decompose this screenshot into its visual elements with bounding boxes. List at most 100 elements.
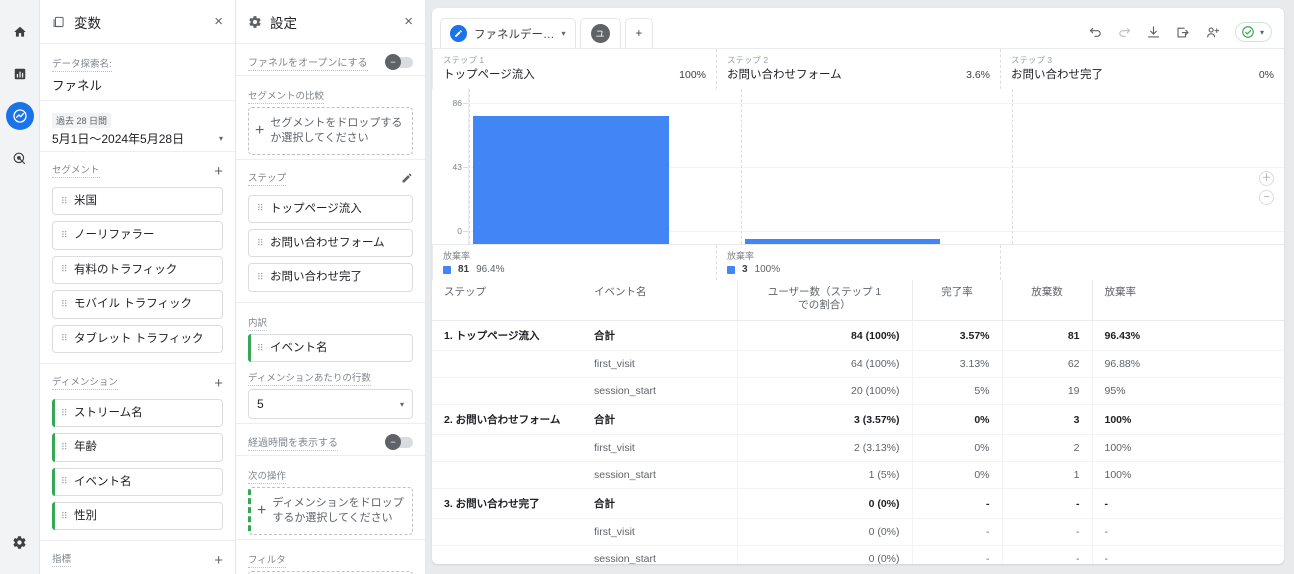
drag-handle-icon[interactable]: ⠿ [257, 273, 264, 282]
variables-close-icon[interactable]: × [214, 14, 223, 29]
table-row[interactable]: 3. お問い合わせ完了 合計 0 (0%) - - - [432, 488, 1284, 520]
cell-event: session_start [582, 377, 738, 406]
redo-icon[interactable] [1117, 25, 1132, 40]
tab-funnel-data[interactable]: ファネルデー… ▾ [440, 18, 576, 48]
drag-handle-icon[interactable]: ⠿ [257, 343, 264, 352]
col-completion[interactable]: 完了率 [912, 280, 1003, 322]
dimension-chip-0[interactable]: ⠿ ストリーム名 [52, 398, 223, 428]
table-row[interactable]: first_visit 0 (0%) - - - [432, 518, 1284, 547]
explore-name-value[interactable]: ファネル [52, 75, 223, 94]
export-icon[interactable] [1175, 25, 1191, 40]
settings-gear-icon [248, 15, 262, 29]
date-range-section[interactable]: 過去 28 日間 5月1日〜2024年5月28日 ▾ [40, 101, 235, 152]
segments-label: セグメント [52, 162, 100, 178]
col-abandon-count[interactable]: 放棄数 [1002, 280, 1093, 322]
chevron-down-icon: ▾ [399, 399, 404, 409]
funnel-plot-area: 86 43 0 ＋ − [432, 89, 1284, 244]
open-funnel-section: ファネルをオープンにする [236, 44, 425, 76]
undo-icon[interactable] [1088, 25, 1103, 40]
next-action-section: 次の操作 + ディメンションをドロップするか選択してください [236, 456, 425, 540]
next-action-drop-zone[interactable]: + ディメンションをドロップするか選択してください [248, 487, 413, 535]
admin-gear-icon[interactable] [6, 528, 34, 556]
col-users[interactable]: ユーザー数（ステップ 1 での割合） [737, 280, 913, 322]
home-icon[interactable] [6, 18, 34, 46]
explore-name-label: データ探索名: [52, 56, 112, 72]
drag-handle-icon[interactable]: ⠿ [61, 231, 68, 240]
segment-chip-2[interactable]: ⠿ 有料のトラフィック [52, 255, 223, 285]
dimension-label: イベント名 [74, 475, 132, 488]
table-row[interactable]: first_visit 2 (3.13%) 0% 2 100% [432, 434, 1284, 463]
step-chip-1[interactable]: ⠿ お問い合わせフォーム [248, 229, 413, 258]
add-metric-button[interactable]: + [214, 553, 223, 568]
table-row[interactable]: session_start 0 (0%) - - - [432, 545, 1284, 564]
settings-panel-header: 設定 × [236, 0, 425, 44]
add-segment-button[interactable]: + [214, 164, 223, 179]
segment-chip-4[interactable]: ⠿ タブレット トラフィック [52, 324, 223, 353]
step-chip-2[interactable]: ⠿ お問い合わせ完了 [248, 263, 413, 292]
segment-chip-0[interactable]: ⠿ 米国 [52, 187, 223, 216]
table-row[interactable]: session_start 1 (5%) 0% 1 100% [432, 461, 1284, 490]
drag-handle-icon[interactable]: ⠿ [61, 334, 68, 343]
cell-abandon-rate: 100% [1092, 434, 1284, 463]
col-event[interactable]: イベント名 [582, 280, 738, 322]
status-share-control[interactable]: ▾ [1234, 22, 1272, 42]
dimension-chip-1[interactable]: ⠿ 年齢 [52, 433, 223, 463]
chevron-down-icon[interactable]: ▾ [219, 134, 223, 143]
filter-label: フィルタ [248, 552, 286, 568]
add-user-icon[interactable] [1205, 25, 1221, 40]
drag-handle-icon[interactable]: ⠿ [61, 442, 68, 451]
funnel-bar-1[interactable] [473, 116, 669, 244]
funnel-step-headers: ステップ 1 トップページ流入 100% ステップ 2 お問い合わせフォーム 3… [432, 49, 1284, 89]
reports-icon[interactable] [6, 60, 34, 88]
date-range-chip: 過去 28 日間 [52, 113, 112, 128]
tab-secondary[interactable]: ユ [579, 18, 621, 48]
date-range-row[interactable]: 5月1日〜2024年5月28日 ▾ [52, 130, 223, 147]
drag-handle-icon[interactable]: ⠿ [257, 204, 264, 213]
table-row[interactable]: 1. トップページ流入 合計 84 (100%) 3.57% 81 96.43% [432, 320, 1284, 352]
dimension-chip-3[interactable]: ⠿ 性別 [52, 502, 223, 531]
cell-users: 20 (100%) [737, 377, 913, 406]
chevron-down-icon[interactable]: ▾ [562, 29, 566, 38]
cell-event: 合計 [582, 488, 738, 520]
segment-chip-1[interactable]: ⠿ ノーリファラー [52, 221, 223, 250]
cell-users: 0 (0%) [737, 488, 913, 520]
add-tab-button[interactable]: + [624, 18, 654, 48]
drag-handle-icon[interactable]: ⠿ [61, 477, 68, 486]
cell-step: 3. お問い合わせ完了 [432, 488, 582, 520]
cell-abandon-rate: 95% [1092, 377, 1284, 406]
table-row[interactable]: first_visit 64 (100%) 3.13% 62 96.88% [432, 350, 1284, 379]
cell-completion: - [912, 518, 1003, 547]
add-dimension-button[interactable]: + [214, 376, 223, 391]
funnel-data-table: ステップ イベント名 ユーザー数（ステップ 1 での割合） 完了率 放棄数 放棄… [432, 280, 1284, 564]
col-abandon-rate[interactable]: 放棄率 [1092, 280, 1284, 322]
cell-completion: 3.57% [912, 320, 1003, 352]
drag-handle-icon[interactable]: ⠿ [61, 265, 68, 274]
rows-per-dimension-select[interactable]: 5 ▾ [248, 389, 413, 420]
drag-handle-icon[interactable]: ⠿ [61, 299, 68, 308]
open-funnel-toggle[interactable] [385, 54, 413, 70]
table-row[interactable]: session_start 20 (100%) 5% 19 95% [432, 377, 1284, 406]
edit-steps-pencil-icon[interactable] [401, 172, 413, 187]
table-row[interactable]: 2. お問い合わせフォーム 合計 3 (3.57%) 0% 3 100% [432, 404, 1284, 436]
settings-close-icon[interactable]: × [404, 14, 413, 29]
segment-chip-3[interactable]: ⠿ モバイル トラフィック [52, 290, 223, 319]
segment-label: モバイル トラフィック [74, 298, 192, 311]
download-icon[interactable] [1146, 25, 1161, 40]
advertising-icon[interactable] [6, 144, 34, 172]
breakdown-chip[interactable]: ⠿ イベント名 [248, 333, 413, 363]
dimension-chip-2[interactable]: ⠿ イベント名 [52, 467, 223, 497]
chevron-down-icon: ▾ [1259, 27, 1264, 37]
segment-drop-zone[interactable]: + セグメントをドロップするか選択してください [248, 107, 413, 155]
zoom-in-button[interactable]: ＋ [1259, 171, 1274, 186]
dimensions-header: ディメンション + [52, 374, 223, 393]
show-elapsed-toggle[interactable] [385, 434, 413, 451]
zoom-out-button[interactable]: − [1259, 190, 1274, 205]
funnel-bar-2[interactable] [744, 239, 941, 244]
col-step[interactable]: ステップ [432, 280, 582, 322]
drag-handle-icon[interactable]: ⠿ [61, 511, 68, 520]
drag-handle-icon[interactable]: ⠿ [61, 408, 68, 417]
drag-handle-icon[interactable]: ⠿ [61, 196, 68, 205]
explore-icon[interactable] [5, 102, 34, 130]
step-chip-0[interactable]: ⠿ トップページ流入 [248, 194, 413, 224]
drag-handle-icon[interactable]: ⠿ [257, 238, 264, 247]
